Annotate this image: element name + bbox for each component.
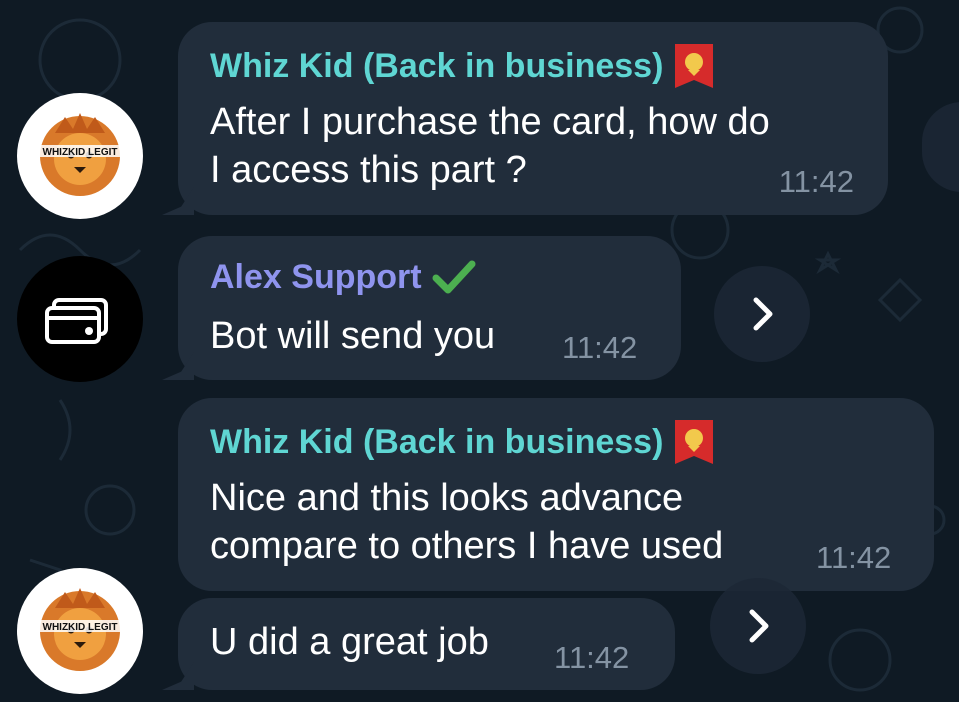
forward-button[interactable]: [714, 266, 810, 362]
avatar-logo-text: WHIZKID LEGIT: [43, 622, 118, 633]
whiz-kid-avatar[interactable]: WHIZKID LEGIT: [17, 93, 143, 219]
message-time: 11:42: [562, 330, 638, 365]
alex-support-avatar[interactable]: [17, 256, 143, 382]
lion-logo-icon: WHIZKID LEGIT: [25, 588, 135, 671]
message-text-line-2: I access this part ?: [210, 149, 527, 191]
message-time: 11:42: [778, 164, 854, 199]
chevron-right-icon: [753, 297, 773, 331]
message-time: 11:42: [816, 540, 892, 575]
message-bubble[interactable]: U did a great job 11:42: [178, 598, 675, 690]
message-bubble[interactable]: Whiz Kid (Back in business) Nice and thi…: [178, 398, 934, 591]
credit-card-icon: [45, 298, 108, 344]
avatar-logo-text: WHIZKID LEGIT: [43, 147, 118, 158]
lion-logo-icon: WHIZKID LEGIT: [25, 113, 135, 196]
message-text: Bot will send you: [210, 315, 496, 357]
check-mark-icon: [432, 260, 476, 293]
message-text-line-1: After I purchase the card, how do: [210, 101, 770, 143]
whiz-kid-avatar-2[interactable]: WHIZKID LEGIT: [17, 568, 143, 694]
sender-name[interactable]: Whiz Kid (Back in business): [210, 420, 714, 464]
message-text: U did a great job: [210, 621, 489, 663]
sender-name[interactable]: Whiz Kid (Back in business): [210, 44, 714, 88]
forward-button[interactable]: [710, 578, 806, 674]
message-text-line-1: Nice and this looks advance: [210, 477, 684, 519]
message-bubble[interactable]: Whiz Kid (Back in business) After I purc…: [178, 22, 888, 215]
chevron-right-icon: [749, 609, 769, 643]
red-lion-flag-icon: [675, 420, 714, 464]
message-text-line-2: compare to others I have used: [210, 525, 724, 567]
sender-name[interactable]: Alex Support: [210, 258, 476, 297]
message-bubble[interactable]: Alex Support Bot will send you 11:42: [178, 236, 681, 380]
red-lion-flag-icon: [675, 44, 714, 88]
message-time: 11:42: [554, 640, 630, 675]
